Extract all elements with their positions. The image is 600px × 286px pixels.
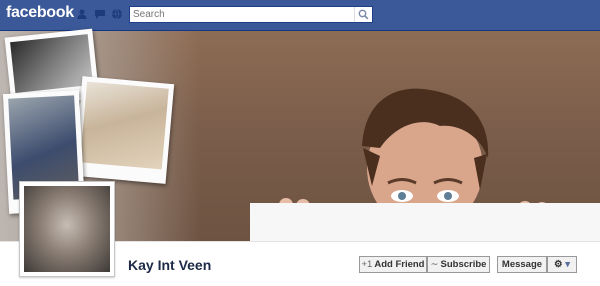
search-box: [129, 6, 373, 23]
options-dropdown-button[interactable]: ⚙ ▾: [547, 256, 577, 273]
collage-photo-couple[interactable]: [73, 76, 175, 184]
notifications-globe-icon[interactable]: [111, 8, 123, 20]
message-button[interactable]: Message: [497, 256, 547, 273]
subscribe-label: Subscribe: [440, 259, 487, 270]
search-input[interactable]: [133, 7, 353, 22]
chevron-down-icon: ▾: [565, 259, 570, 270]
message-label: Message: [501, 259, 543, 270]
add-friend-label: Add Friend: [374, 259, 425, 270]
search-button[interactable]: [354, 7, 372, 22]
gear-icon: ⚙: [554, 259, 563, 270]
subscribe-button[interactable]: ∼ Subscribe: [427, 256, 490, 273]
search-icon: [358, 9, 369, 20]
top-bar: facebook: [0, 0, 600, 31]
add-friend-button[interactable]: +1 Add Friend: [359, 256, 427, 273]
profile-name[interactable]: Kay Int Veen: [128, 257, 211, 273]
messages-icon[interactable]: [94, 8, 106, 20]
friend-requests-icon[interactable]: [76, 8, 88, 20]
cover-person-image: [362, 88, 489, 216]
facebook-logo[interactable]: facebook: [6, 4, 74, 22]
plus-icon: +1: [361, 259, 373, 270]
cover-paper-edge: [250, 203, 600, 241]
rss-icon: ∼: [430, 259, 439, 270]
profile-picture[interactable]: [19, 181, 115, 277]
